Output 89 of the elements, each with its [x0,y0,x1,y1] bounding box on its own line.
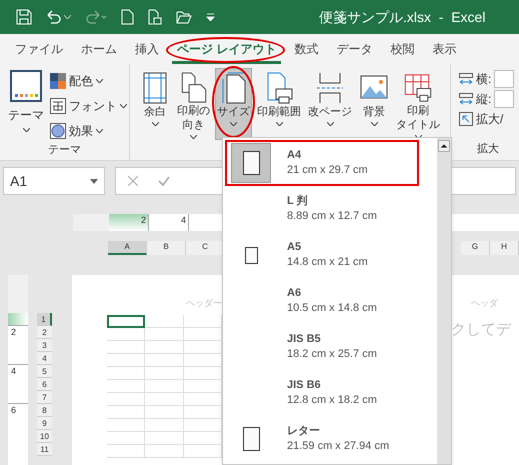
paper-size-item[interactable]: A6 10.5 cm x 14.8 cm [225,278,419,324]
theme-option-button[interactable]: 効果 [50,120,127,142]
ruler-number: 2 [8,325,28,365]
theme-option-button[interactable]: 配色 [50,70,127,92]
ribbon-tab[interactable]: データ [331,36,378,64]
ribbon-tab[interactable]: 表示 [427,36,462,64]
scale-button[interactable]: 拡大/ [459,110,514,128]
arrow-icon [459,93,473,105]
new-document-icon[interactable] [121,9,134,25]
column-header[interactable]: G [461,241,490,255]
paper-size-item[interactable]: レター 21.59 cm x 27.94 cm [225,416,419,462]
ribbon-button[interactable]: 印刷の 向き [175,68,212,140]
row-header[interactable]: 11 [37,443,52,456]
theme-button[interactable]: テーマ [8,70,44,142]
column-header[interactable]: A [108,241,147,255]
paper-size-item[interactable]: A5 14.8 cm x 21 cm [225,232,419,278]
caret-icon [152,122,158,126]
ruler-position-marker [8,313,28,326]
ruler-number: 4 [149,214,189,231]
scrollbar[interactable] [437,138,451,464]
ribbon-tab[interactable]: ファイル [10,36,68,64]
portrait-page-icon [244,246,258,264]
group-label: 拡大 [476,142,500,156]
caret-icon [96,79,103,83]
column-header[interactable]: B [147,241,186,255]
print-preview-icon[interactable] [148,9,162,25]
row-header[interactable]: 10 [37,430,52,443]
row-header[interactable]: 2 [37,326,52,339]
ruler-number: 2 [109,214,149,231]
paper-size-item[interactable]: JIS B6 12.8 cm x 18.2 cm [225,370,419,416]
customize-caret-icon[interactable] [206,13,215,21]
row-header[interactable]: 8 [37,404,52,417]
row-header[interactable]: 7 [37,391,52,404]
check-icon[interactable] [158,176,170,186]
ribbon-button[interactable]: 改ページ [306,68,354,140]
theme-icon [10,70,42,102]
ribbon-tab[interactable]: 校閲 [385,36,420,64]
group-label: テーマ [47,143,82,158]
ribbon-button[interactable]: サイズ [215,68,252,140]
dropdown-arrow-icon [90,178,98,184]
open-folder-icon[interactable] [176,10,192,24]
paper-size-item[interactable]: JIS B5 18.2 cm x 25.7 cm [225,324,419,370]
caret-icon [96,129,103,133]
paper-size-item[interactable]: A4 21 cm x 29.7 cm [225,140,419,186]
page-break-icon [315,71,345,105]
ribbon-tab[interactable]: 挿入 [130,36,164,64]
grid-cell[interactable] [107,314,146,328]
theme-option-button[interactable]: フォント [50,95,127,117]
color-squares-icon [50,73,66,89]
ruler-margin [8,275,28,313]
circle-icon [50,123,66,139]
scale-field[interactable] [494,70,514,88]
row-header[interactable]: 9 [37,417,52,430]
caret-icon [276,122,282,126]
caret-icon [64,15,71,19]
column-header[interactable]: H [490,241,519,255]
portrait-page-icon [242,151,260,175]
caret-icon [22,128,30,132]
portrait-page-icon [242,427,260,451]
caret-icon [190,135,197,139]
column-header[interactable]: C [186,241,225,255]
ruler-number: 6 [8,403,28,443]
undo-icon[interactable] [46,9,62,25]
resize-icon [459,112,473,126]
ribbon-button[interactable]: 余白 [138,68,172,140]
scale-field[interactable] [494,90,514,108]
window-title: 便箋サンプル.xlsx - Excel [319,8,486,26]
ruler-number: 4 [8,364,28,404]
caret-icon [326,122,334,126]
caret-icon [120,104,127,108]
caret-icon [370,122,378,126]
row-header[interactable]: 3 [37,339,52,352]
caret-icon [230,122,237,126]
scale-label: 横: [476,71,492,88]
ribbon-tab[interactable]: ホーム [76,36,122,64]
scale-label: 縦: [476,91,492,108]
scroll-up-icon[interactable] [438,140,450,152]
name-box[interactable]: A1 [3,167,105,195]
arrow-icon [459,73,473,85]
paper-size-item[interactable]: L 判 8.89 cm x 12.7 cm [225,186,419,232]
font-icon [50,98,66,114]
ruler-margin [73,214,109,231]
row-header[interactable]: 5 [37,365,52,378]
row-header[interactable]: 4 [37,352,52,365]
save-icon[interactable] [16,9,32,25]
row-header[interactable]: 6 [37,378,52,391]
row-header[interactable]: 1 [37,313,52,326]
ribbon-tab[interactable]: 数式 [289,36,324,64]
cancel-icon[interactable] [128,176,138,186]
